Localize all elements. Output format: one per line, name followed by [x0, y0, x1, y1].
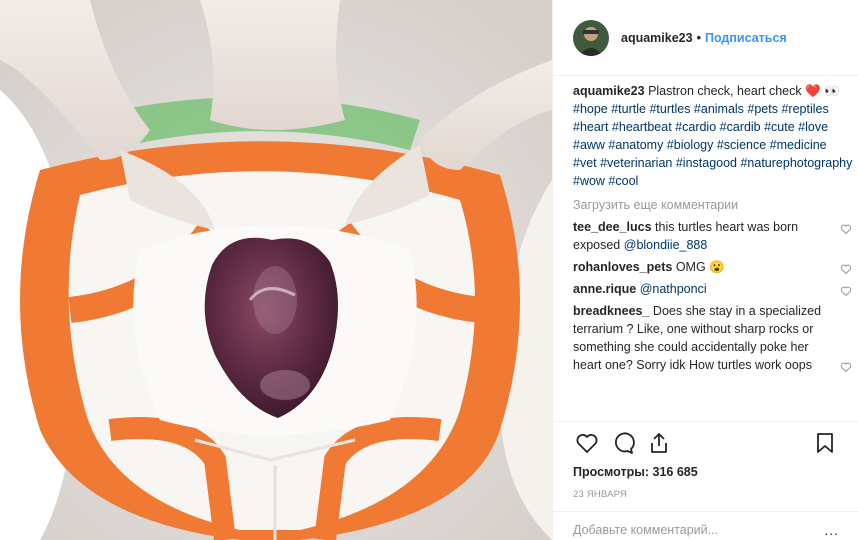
- comment-like-icon[interactable]: [839, 263, 853, 275]
- comment-row: anne.rique @nathponci: [573, 280, 853, 298]
- comment-text: OMG: [675, 260, 706, 274]
- follow-button[interactable]: Подписаться: [705, 31, 787, 45]
- bookmark-icon[interactable]: [811, 429, 839, 457]
- comment-row: rohanloves_pets OMG 😮: [573, 258, 853, 276]
- post-media[interactable]: [0, 0, 552, 540]
- load-more-comments-link[interactable]: Загрузить еще комментарии: [573, 196, 853, 214]
- comment-mention[interactable]: @blondiie_888: [624, 238, 708, 252]
- add-comment-input[interactable]: [573, 516, 825, 537]
- instagram-post-view: aquamike23 • Подписаться aquamike23 Plas…: [0, 0, 858, 540]
- comment-row: tee_dee_lucs this turtles heart was born…: [573, 218, 853, 254]
- views-value: 316 685: [652, 465, 698, 479]
- caption-username[interactable]: aquamike23: [573, 84, 645, 98]
- comment-like-icon[interactable]: [839, 361, 853, 373]
- avatar[interactable]: [573, 19, 609, 56]
- post-actions: Просмотры: 316 685 23 ЯНВАРЯ: [553, 421, 858, 500]
- heart-outline-icon[interactable]: [573, 429, 601, 457]
- speech-bubble-icon[interactable]: [609, 429, 637, 457]
- comment-username[interactable]: tee_dee_lucs: [573, 220, 652, 234]
- separator-dot: •: [696, 30, 701, 45]
- caption-hashtags[interactable]: #hope #turtle #turtles #animals #pets #r…: [573, 102, 852, 188]
- share-icon[interactable]: [645, 429, 673, 457]
- comment-row: breadknees_ Does she stay in a specializ…: [573, 302, 853, 374]
- comment-like-icon[interactable]: [839, 223, 853, 235]
- comment-username[interactable]: rohanloves_pets: [573, 260, 672, 274]
- add-comment-bar: ...: [553, 511, 858, 540]
- more-options-icon[interactable]: ...: [824, 516, 839, 538]
- avatar-image: [573, 19, 609, 56]
- comment-mention[interactable]: @nathponci: [640, 282, 707, 296]
- caption: aquamike23 Plastron check, heart check ❤…: [573, 82, 853, 190]
- comment-username[interactable]: breadknees_: [573, 304, 649, 318]
- action-bar: [573, 422, 839, 464]
- caption-emoji: ❤️ 👀: [805, 84, 840, 98]
- comment-like-icon[interactable]: [839, 285, 853, 297]
- header-username[interactable]: aquamike23: [621, 31, 693, 45]
- comments-section: aquamike23 Plastron check, heart check ❤…: [573, 82, 853, 422]
- views-count: Просмотры: 316 685: [573, 465, 839, 479]
- turtle-plastron-image: [0, 0, 552, 540]
- comment-emoji: 😮: [709, 260, 725, 274]
- post-header: aquamike23 • Подписаться: [553, 0, 858, 76]
- comment-username[interactable]: anne.rique: [573, 282, 636, 296]
- views-label: Просмотры:: [573, 465, 650, 479]
- post-sidebar: aquamike23 • Подписаться aquamike23 Plas…: [552, 0, 858, 540]
- post-date[interactable]: 23 ЯНВАРЯ: [573, 489, 839, 500]
- caption-text: Plastron check, heart check: [648, 84, 802, 98]
